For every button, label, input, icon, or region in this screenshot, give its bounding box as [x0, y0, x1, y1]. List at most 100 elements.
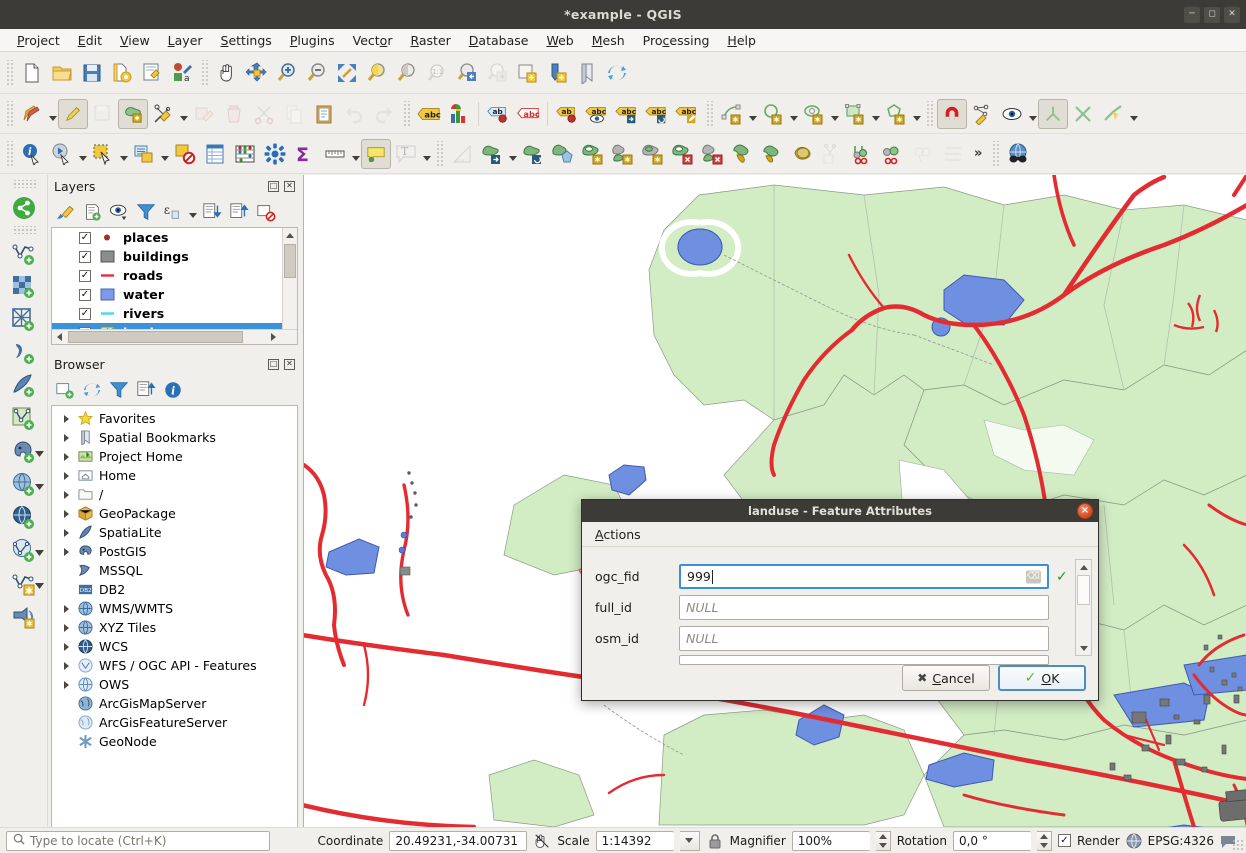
fill-ring-icon[interactable]: [638, 139, 668, 169]
add-delimited-text-layer-icon[interactable]: [3, 336, 45, 369]
resize-grip[interactable]: [1232, 839, 1244, 851]
move-label-2-icon[interactable]: abc: [612, 99, 642, 129]
browser-item-arcgis-feature-server[interactable]: ArcGisFeatureServer: [52, 713, 297, 732]
crs-label[interactable]: EPSG:4326: [1148, 834, 1214, 848]
chevron-down-icon[interactable]: [35, 577, 44, 592]
add-regular-polygon-icon[interactable]: [881, 99, 911, 129]
layer-row-water[interactable]: ✓ water: [52, 285, 297, 304]
rotation-stepper[interactable]: [1037, 831, 1052, 851]
toolbar-grip[interactable]: [435, 141, 444, 167]
scrollbar-thumb[interactable]: [284, 244, 296, 278]
chevron-down-icon[interactable]: [77, 139, 88, 169]
chevron-down-icon[interactable]: [870, 99, 881, 129]
filter-browser-icon[interactable]: [106, 377, 132, 403]
style-manager-icon[interactable]: a: [167, 58, 197, 88]
chevron-down-icon[interactable]: [350, 139, 361, 169]
maximize-icon[interactable]: ◻: [1204, 7, 1220, 23]
browser-item-home[interactable]: Home: [52, 466, 297, 485]
add-spatialite-layer-icon[interactable]: [3, 369, 45, 402]
open-layer-styling-icon[interactable]: [52, 199, 78, 225]
avoid-overlap-icon[interactable]: [1038, 99, 1068, 129]
browser-item-geopackage[interactable]: GeoPackage: [52, 504, 297, 523]
menu-plugins[interactable]: Plugins: [281, 31, 344, 50]
browser-item-ows[interactable]: OWS: [52, 675, 297, 694]
toolbar-grip[interactable]: [925, 101, 934, 127]
layer-checkbox[interactable]: ✓: [79, 232, 91, 244]
menu-processing[interactable]: Processing: [634, 31, 719, 50]
add-ellipse-feature-icon[interactable]: [799, 99, 829, 129]
add-raster-layer-icon[interactable]: [3, 270, 45, 303]
browser-item-project-home[interactable]: Project Home: [52, 447, 297, 466]
globe-icon[interactable]: [1126, 833, 1142, 849]
chevron-down-icon[interactable]: [118, 139, 129, 169]
scrollbar-thumb[interactable]: [68, 331, 243, 343]
layer-row-places[interactable]: ✓ places: [52, 228, 297, 247]
toolbar-grip[interactable]: [705, 101, 714, 127]
magnifier-stepper[interactable]: [876, 831, 891, 851]
osm-id-input[interactable]: NULL: [679, 626, 1049, 651]
move-label-icon[interactable]: ab: [483, 99, 513, 129]
browser-item-root[interactable]: /: [52, 485, 297, 504]
save-project-icon[interactable]: [77, 58, 107, 88]
close-panel-icon[interactable]: ✕: [284, 359, 295, 370]
rotate-feature-icon[interactable]: [518, 139, 548, 169]
toolbar-grip[interactable]: [991, 141, 1000, 167]
render-checkbox[interactable]: ✓: [1058, 834, 1071, 847]
layer-checkbox[interactable]: ✓: [79, 308, 91, 320]
select-features-icon[interactable]: [88, 139, 118, 169]
vertex-tool-icon[interactable]: [148, 99, 178, 129]
show-statistics-icon[interactable]: Σ: [290, 139, 320, 169]
chevron-down-icon[interactable]: [788, 99, 799, 129]
scroll-down-icon[interactable]: [1076, 641, 1091, 655]
toolbar-grip[interactable]: [12, 180, 36, 188]
add-mesh-layer-icon[interactable]: [3, 303, 45, 336]
chevron-down-icon[interactable]: [178, 99, 189, 129]
new-project-icon[interactable]: [17, 58, 47, 88]
rotation-value[interactable]: 0,0 °: [953, 831, 1031, 851]
refresh-icon[interactable]: [602, 58, 632, 88]
browser-item-arcgis-map-server[interactable]: ArcGisMapServer: [52, 694, 297, 713]
browser-item-mssql[interactable]: MSSQL: [52, 561, 297, 580]
chevron-down-icon[interactable]: [35, 478, 44, 493]
layer-checkbox[interactable]: ✓: [79, 289, 91, 301]
zoom-last-icon[interactable]: [452, 58, 482, 88]
toolbar-grip[interactable]: [402, 101, 411, 127]
chevron-down-icon[interactable]: [35, 445, 44, 460]
chevron-down-icon[interactable]: [829, 99, 840, 129]
chevron-down-icon[interactable]: [159, 139, 170, 169]
rotate-label-icon[interactable]: abc: [513, 99, 543, 129]
layers-horizontal-scrollbar[interactable]: [52, 329, 297, 344]
split-features-icon[interactable]: [788, 139, 818, 169]
stepper-down-icon[interactable]: [1037, 841, 1051, 850]
clear-field-icon[interactable]: ⌫: [1026, 570, 1041, 583]
full-id-input[interactable]: NULL: [679, 595, 1049, 620]
scroll-left-icon[interactable]: [52, 330, 67, 344]
coordinate-value[interactable]: 20.49231,-34.00731: [389, 831, 527, 851]
open-attribute-table-icon[interactable]: [200, 139, 230, 169]
menu-web[interactable]: Web: [537, 31, 582, 50]
zoom-to-layer-icon[interactable]: [392, 58, 422, 88]
chevron-down-icon[interactable]: [1128, 99, 1139, 129]
new-map-view-icon[interactable]: [512, 58, 542, 88]
add-vector-layer-icon[interactable]: [3, 237, 45, 270]
add-part-icon[interactable]: [608, 139, 638, 169]
pan-to-selection-icon[interactable]: [242, 58, 272, 88]
expand-arrow-icon[interactable]: [60, 603, 72, 615]
toolbar-grip[interactable]: [5, 141, 14, 167]
filter-legend-icon[interactable]: [133, 199, 159, 225]
new-print-layout-icon[interactable]: [137, 58, 167, 88]
manage-map-themes-icon[interactable]: [106, 199, 132, 225]
zoom-out-icon[interactable]: [302, 58, 332, 88]
snapping-icon[interactable]: [967, 99, 997, 129]
browser-item-wcs[interactable]: WCS: [52, 637, 297, 656]
snap-endpoint-icon[interactable]: [1098, 99, 1128, 129]
expand-arrow-icon[interactable]: [60, 622, 72, 634]
browser-item-spatial-bookmarks[interactable]: Spatial Bookmarks: [52, 428, 297, 447]
add-wms-layer-icon[interactable]: [3, 468, 45, 501]
current-edits-icon[interactable]: [17, 99, 47, 129]
delete-ring-icon[interactable]: [668, 139, 698, 169]
add-group-icon[interactable]: [79, 199, 105, 225]
topological-editing-icon[interactable]: [997, 99, 1027, 129]
expand-arrow-icon[interactable]: [60, 641, 72, 653]
collapse-all-icon[interactable]: [133, 377, 159, 403]
